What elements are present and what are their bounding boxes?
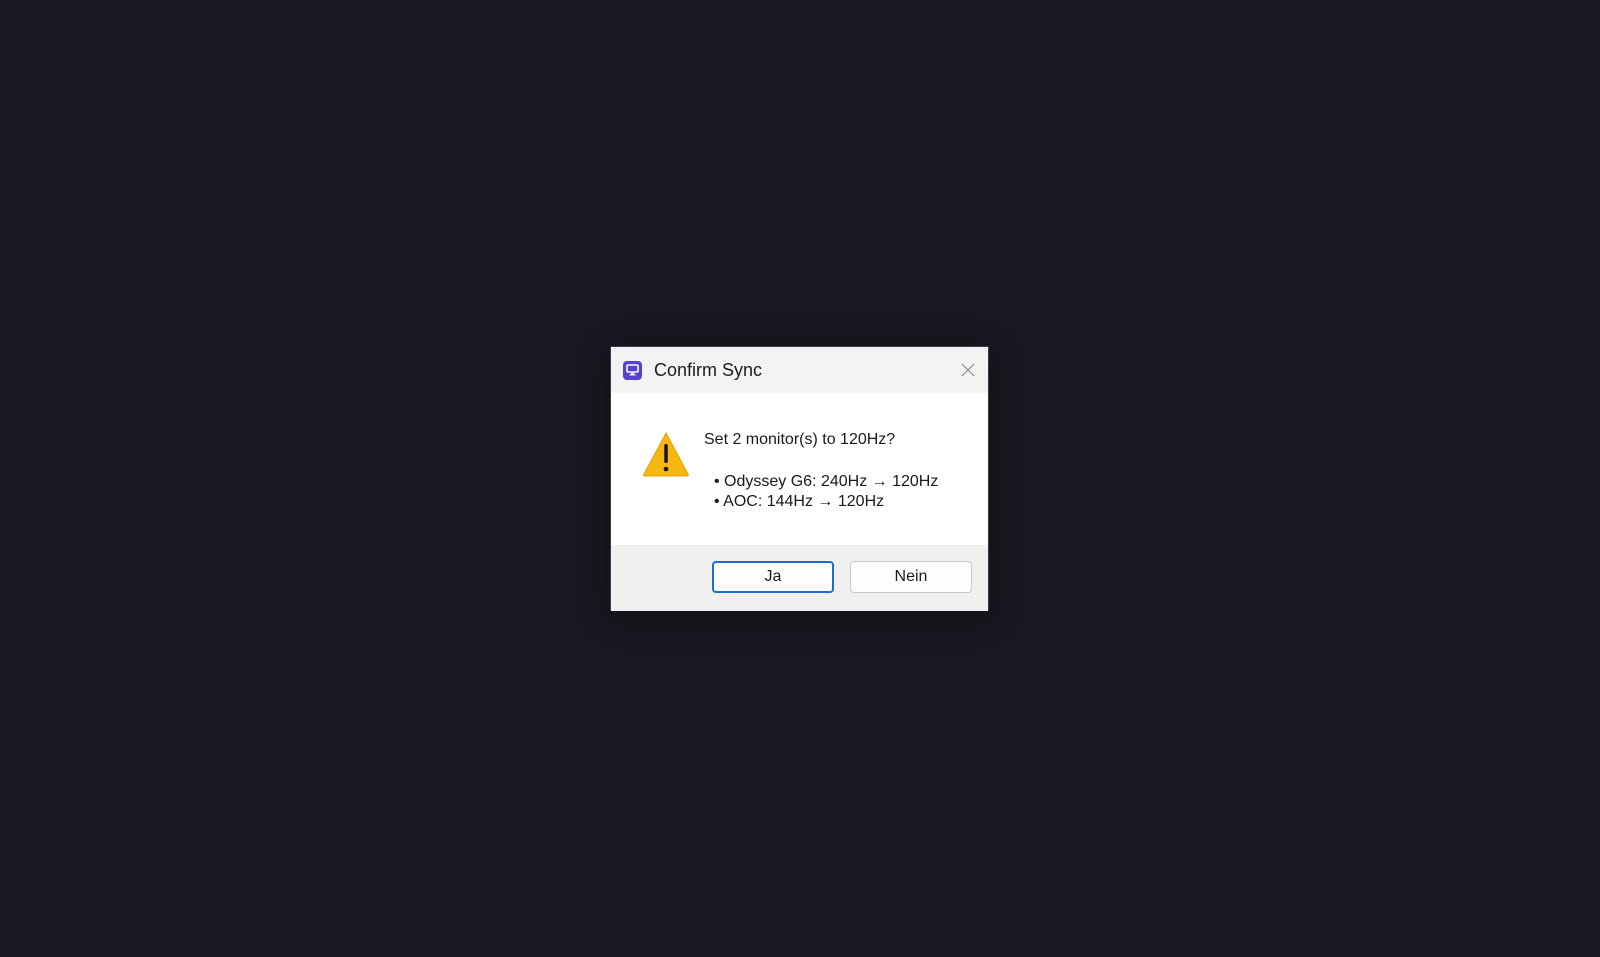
monitor-change-item: • Odyssey G6: 240Hz → 120Hz xyxy=(714,473,939,490)
close-icon xyxy=(961,363,975,377)
dialog-title: Confirm Sync xyxy=(654,359,763,380)
title-bar: Confirm Sync xyxy=(611,347,988,393)
monitor-change-list: • Odyssey G6: 240Hz → 120Hz • AOC: 144Hz… xyxy=(714,472,938,512)
confirm-sync-dialog: Confirm Sync Set 2 monitor(s) to 120Hz? … xyxy=(610,346,989,611)
confirm-message: Set 2 monitor(s) to 120Hz? xyxy=(704,431,896,448)
button-bar: Ja Nein xyxy=(611,545,988,611)
dialog-content: Set 2 monitor(s) to 120Hz? • Odyssey G6:… xyxy=(611,393,988,545)
warning-icon xyxy=(642,431,690,477)
no-button[interactable]: Nein xyxy=(850,561,972,593)
monitor-icon xyxy=(623,360,642,380)
monitor-change-item: • AOC: 144Hz → 120Hz xyxy=(714,493,885,510)
close-button[interactable] xyxy=(948,347,988,393)
yes-button[interactable]: Ja xyxy=(712,561,834,593)
